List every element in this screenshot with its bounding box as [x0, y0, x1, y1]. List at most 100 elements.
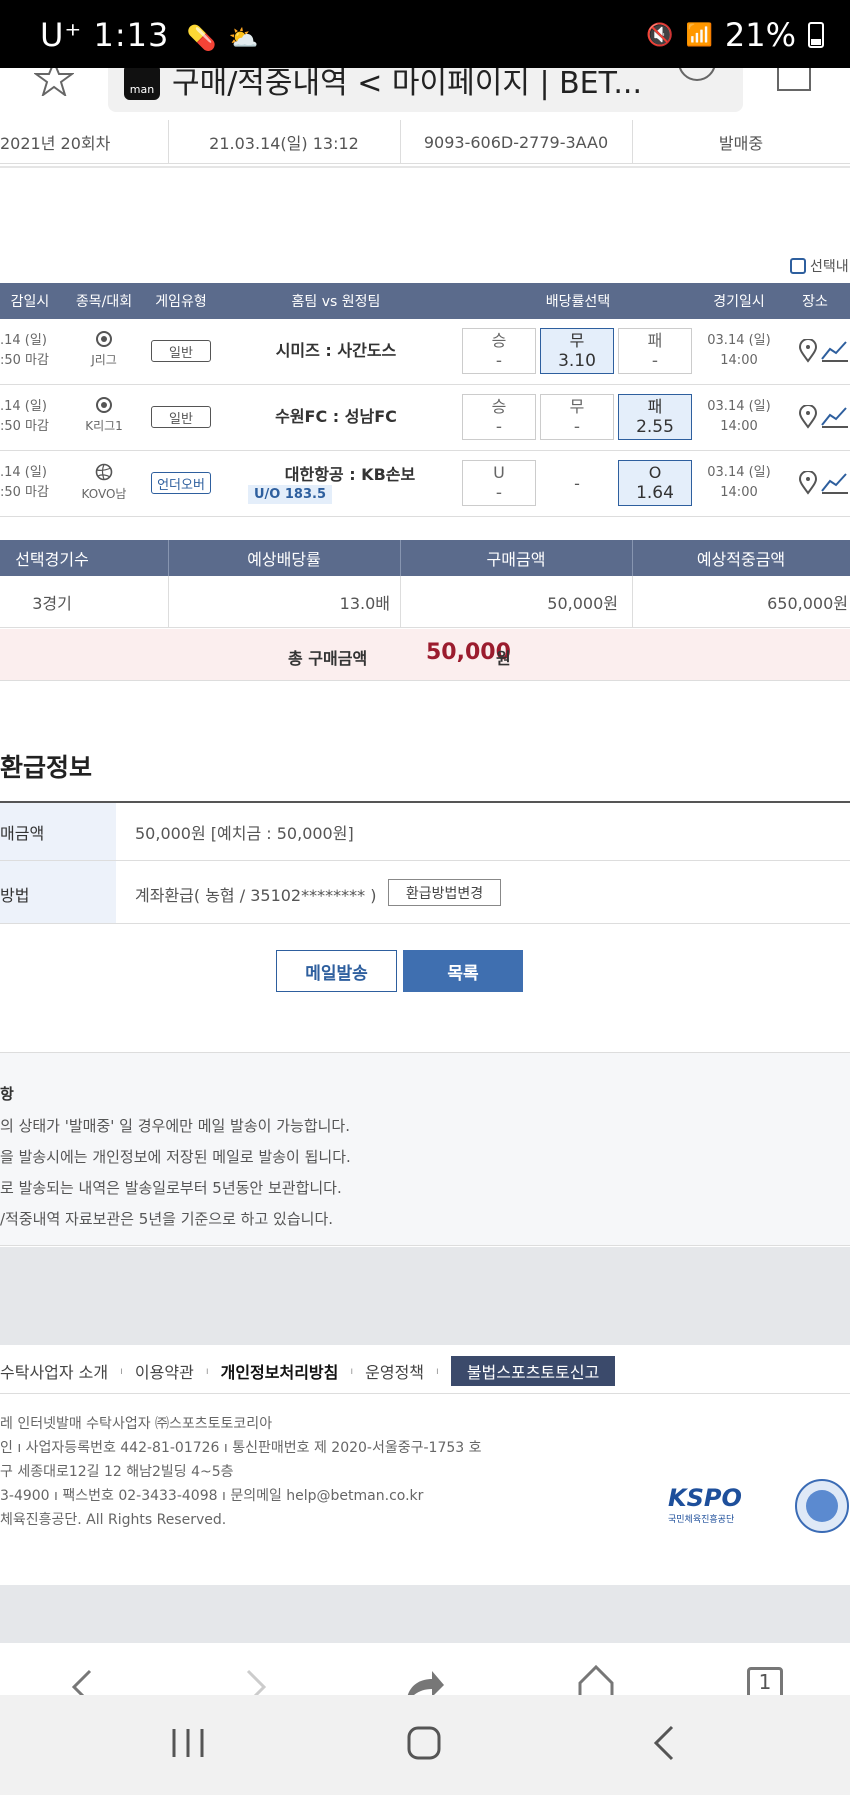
round-cell: 2021년 20회차 [0, 134, 111, 153]
list-button[interactable]: 목록 [403, 950, 523, 992]
col-odds: 배당률선택 [545, 294, 611, 310]
stats-chart-icon[interactable] [820, 405, 848, 429]
summary-header: 선택경기수 예상배당률 구매금액 예상적중금액 [0, 540, 850, 576]
battery-percent: 21% [724, 16, 796, 54]
footer-line: 구 세종대로12길 12 해남2빌딩 4~5층 [0, 1464, 234, 1480]
footer-line: 체육진흥공단. All Rights Reserved. [0, 1512, 227, 1528]
select-all-label: 선택내 [810, 259, 849, 275]
odds-draw-selected[interactable]: 무 3.10 [540, 328, 614, 374]
bottom-navigation: 1 [0, 1643, 850, 1795]
footer-links: 수탁사업자 소개 ı 이용약관 ı 개인정보처리방침 ı 운영정책 ı 불법스포… [0, 1356, 616, 1386]
game-type-badge: 일반 [151, 340, 211, 362]
site-logo-icon: man [124, 68, 160, 100]
bookmark-star-icon[interactable] [34, 68, 74, 96]
refund-method-value: 계좌환급( 농협 / 35102******** ) [135, 886, 377, 905]
url-bar[interactable]: man 구매/적중내역 < 마이페이지 | BET... [108, 68, 743, 112]
purchase-status: 발매중 [718, 134, 764, 153]
notice-title: 항 [0, 1085, 14, 1103]
purchase-info-row: 2021년 20회차 21.03.14(일) 13:12 9093-606D-2… [0, 120, 850, 164]
soccer-ball-icon [96, 331, 112, 347]
summary-values-row: 3경기 13.0배 50,000원 650,000원 [0, 576, 850, 628]
deadline-date: .14 (일) [0, 333, 47, 348]
handicap-label: U/O 183.5 [248, 485, 333, 504]
back-button-icon[interactable] [652, 1725, 676, 1761]
refund-amount-value: 50,000원 [예치금 : 50,000원] [135, 824, 354, 843]
select-all-checkbox[interactable] [790, 258, 806, 274]
browser-toolbar: man 구매/적중내역 < 마이페이지 | BET... [0, 68, 850, 120]
col-selected-count: 선택경기수 [15, 550, 89, 569]
soccer-ball-icon [96, 397, 112, 413]
col-expected-win: 예상적중금액 [696, 550, 786, 569]
reload-icon[interactable] [677, 68, 717, 86]
home-icon[interactable] [576, 1663, 616, 1695]
status-time: U⁺ 1:13 💊 ⛅ [40, 16, 259, 54]
deadline-time: :50 마감 [0, 485, 49, 500]
seal-emblem-icon [795, 1479, 849, 1533]
send-mail-button[interactable]: 메일발송 [276, 950, 397, 992]
league-label: KOVO남 [81, 487, 127, 501]
tab-count-button[interactable]: 1 [747, 1667, 783, 1695]
back-arrow-icon[interactable] [70, 1667, 94, 1695]
location-pin-icon[interactable] [798, 471, 818, 495]
wifi-icon: 📶 [685, 22, 713, 48]
deadline-date: .14 (일) [0, 399, 47, 414]
kspo-logo-sub: 국민체육진흥공단 [668, 1515, 735, 1525]
battery-icon [808, 22, 824, 48]
total-label: 총 구매금액 [288, 649, 368, 668]
location-pin-icon[interactable] [798, 339, 818, 363]
footer-link-terms[interactable]: 이용약관 [135, 1359, 194, 1383]
refund-title: 환급정보 [0, 753, 93, 782]
notice-item: /적중내역 자료보관은 5년을 기준으로 하고 있습니다. [0, 1210, 334, 1228]
kspo-logo-text: KSPO [668, 1484, 742, 1512]
refund-amount-label: 매금액 [0, 824, 45, 843]
weather-icon: ⛅ [228, 24, 260, 52]
deadline: .14 (일) :50 마감 [0, 463, 60, 503]
deadline: .14 (일) :50 마감 [0, 397, 60, 437]
odds-lose[interactable]: 패- [618, 328, 692, 374]
match-teams: 시미즈 : 사간도스 [275, 341, 397, 360]
game-type-badge: 일반 [151, 406, 211, 428]
deadline-date: .14 (일) [0, 465, 47, 480]
select-all[interactable]: 선택내 [790, 256, 849, 276]
total-unit: 원 [496, 649, 511, 668]
odds-win[interactable]: 승- [462, 394, 536, 440]
report-illegal-button[interactable]: 불법스포츠토토신고 [450, 1356, 616, 1386]
odds-draw[interactable]: 무- [540, 394, 614, 440]
status-right: 🔇 📶 21% [646, 16, 824, 54]
odds-under[interactable]: U- [462, 460, 536, 506]
stats-chart-icon[interactable] [820, 339, 848, 363]
pill-icon: 💊 [186, 24, 218, 52]
col-game-date: 경기일시 [713, 294, 765, 310]
recent-apps-icon[interactable] [170, 1727, 206, 1759]
notice-item: 의 상태가 '발매중' 일 경우에만 메일 발송이 가능합니다. [0, 1117, 350, 1135]
footer-link-company[interactable]: 수탁사업자 소개 [0, 1359, 108, 1383]
notice-list: 의 상태가 '발매중' 일 경우에만 메일 발송이 가능합니다. 을 발송시에는… [0, 1115, 351, 1239]
col-match: 홈팀 vs 원정팀 [291, 294, 381, 310]
extensions-icon[interactable] [772, 68, 816, 96]
deadline-time: :50 마감 [0, 419, 49, 434]
league-label: J리그 [91, 353, 117, 367]
deadline-time: :50 마감 [0, 353, 49, 368]
notice-box: 항 의 상태가 '발매중' 일 경우에만 메일 발송이 가능합니다. 을 발송시… [0, 1052, 850, 1246]
share-icon[interactable] [402, 1667, 446, 1695]
footer-link-privacy[interactable]: 개인정보처리방침 [221, 1359, 339, 1383]
game-date: 03.14 (일) [707, 399, 771, 414]
footer-link-policy[interactable]: 운영정책 [365, 1359, 424, 1383]
game-time: 14:00 [720, 485, 758, 500]
odds-over-selected[interactable]: O 1.64 [618, 460, 692, 506]
purchase-datetime: 21.03.14(일) 13:12 [209, 134, 359, 153]
location-pin-icon[interactable] [798, 405, 818, 429]
footer-line: 레 인터넷발매 수탁사업자 ㈜스포츠토토코리아 [0, 1416, 273, 1432]
expected-odds: 13.0배 [339, 594, 390, 613]
change-refund-method-button[interactable]: 환급방법변경 [388, 879, 501, 906]
page-tab-title: 구매/적중내역 < 마이페이지 | BET... [172, 68, 643, 101]
stats-chart-icon[interactable] [820, 471, 848, 495]
col-league: 종목/대회 [75, 294, 133, 310]
home-button-icon[interactable] [406, 1725, 442, 1761]
forward-arrow-icon[interactable] [244, 1667, 268, 1695]
footer-line: 인 ı 사업자등록번호 442-81-01726 ı 통신판매번호 제 2020… [0, 1440, 482, 1456]
odds-lose-selected[interactable]: 패 2.55 [618, 394, 692, 440]
odds-win[interactable]: 승- [462, 328, 536, 374]
game-time: 14:00 [720, 353, 758, 368]
mute-icon: 🔇 [646, 22, 674, 48]
